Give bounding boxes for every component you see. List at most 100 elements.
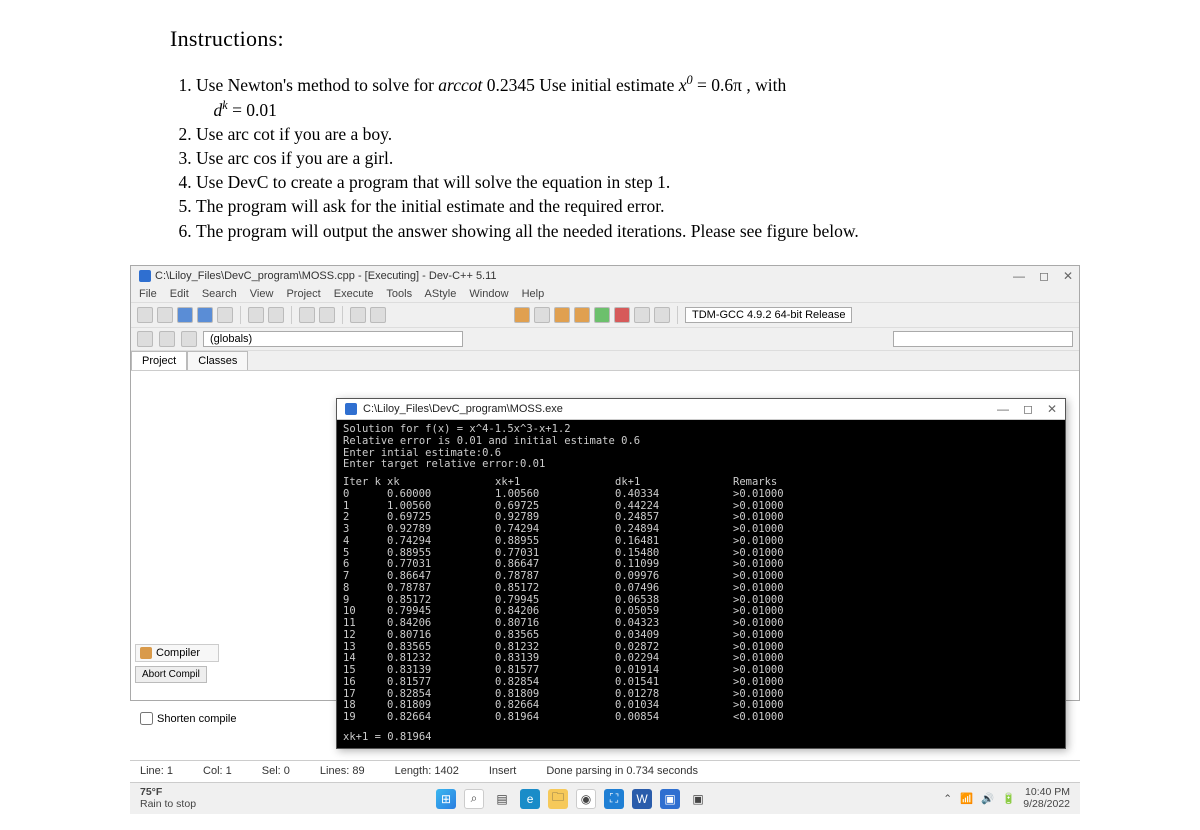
wifi-icon[interactable]: 📶: [960, 792, 973, 805]
console-minimize-icon[interactable]: —: [997, 402, 1009, 416]
undo-icon[interactable]: [248, 307, 264, 323]
table-row: 70.866470.787870.09976>0.01000: [343, 571, 1059, 583]
bookmark-icon[interactable]: [370, 307, 386, 323]
word-icon[interactable]: W: [632, 789, 652, 809]
taskbar-weather[interactable]: 75°F Rain to stop: [130, 787, 206, 809]
compiler-tab[interactable]: Compiler: [135, 644, 219, 662]
menu-astyle[interactable]: AStyle: [425, 288, 457, 300]
shorten-compile-checkbox[interactable]: Shorten compile: [140, 712, 237, 725]
table-row: 30.927890.742940.24894>0.01000: [343, 524, 1059, 536]
console-close-icon[interactable]: ✕: [1047, 402, 1057, 416]
table-cell: 0.24894: [615, 524, 733, 536]
status-insert: Insert: [489, 765, 517, 777]
table-cell: >0.01000: [733, 665, 833, 677]
redo-icon[interactable]: [268, 307, 284, 323]
table-header: Iter kxkxk+1dk+1Remarks: [343, 477, 1059, 489]
run-icon[interactable]: [534, 307, 550, 323]
minimize-icon[interactable]: —: [1013, 269, 1025, 283]
menu-search[interactable]: Search: [202, 288, 237, 300]
tab-project[interactable]: Project: [131, 351, 187, 370]
menu-window[interactable]: Window: [469, 288, 508, 300]
table-cell: 0.16481: [615, 536, 733, 548]
taskview-icon[interactable]: ▤: [492, 789, 512, 809]
app-icon[interactable]: ▣: [688, 789, 708, 809]
table-cell: xk: [387, 477, 495, 489]
table-cell: 0.82664: [387, 712, 495, 724]
taskbar-time: 10:40 PM: [1025, 787, 1070, 798]
table-cell: >0.01000: [733, 489, 833, 501]
profile-icon[interactable]: [654, 307, 670, 323]
chevron-up-icon[interactable]: ⌃: [943, 793, 952, 805]
instructions-block: Instructions: Use Newton's method to sol…: [0, 0, 1200, 253]
start-icon[interactable]: ⊞: [436, 789, 456, 809]
abort-compile-button[interactable]: Abort Compil: [135, 666, 207, 683]
rebuild-icon[interactable]: [574, 307, 590, 323]
table-cell: 0.09976: [615, 571, 733, 583]
search-icon[interactable]: ⌕: [464, 789, 484, 809]
table-cell: 0.81577: [387, 677, 495, 689]
devcpp-icon: [139, 270, 151, 282]
devcpp-menubar: File Edit Search View Project Execute To…: [131, 286, 1079, 302]
edge-icon[interactable]: e: [520, 789, 540, 809]
table-row: 120.807160.835650.03409>0.01000: [343, 630, 1059, 642]
nav-back-icon[interactable]: [137, 331, 153, 347]
globals-combo[interactable]: (globals): [203, 331, 463, 347]
shorten-checkbox[interactable]: [140, 712, 153, 725]
console-window: C:\Liloy_Files\DevC_program\MOSS.exe — ◻…: [336, 398, 1066, 749]
new-icon[interactable]: [137, 307, 153, 323]
status-length: Length: 1402: [395, 765, 459, 777]
table-cell: 0.88955: [495, 536, 615, 548]
volume-icon[interactable]: 🔊: [981, 792, 994, 805]
compile-icon[interactable]: [514, 307, 530, 323]
devcpp-bottom-panel: Compiler Abort Compil: [135, 388, 219, 683]
stop-icon[interactable]: [614, 307, 630, 323]
goto-icon[interactable]: [350, 307, 366, 323]
table-row: 150.831390.815770.01914>0.01000: [343, 665, 1059, 677]
devcpp-statusbar: Line: 1 Col: 1 Sel: 0 Lines: 89 Length: …: [130, 760, 1080, 781]
find-icon[interactable]: [299, 307, 315, 323]
status-line: Line: 1: [140, 765, 173, 777]
explorer-icon[interactable]: 🗀: [548, 789, 568, 809]
devcpp-title-text: C:\Liloy_Files\DevC_program\MOSS.cpp - […: [155, 270, 497, 282]
menu-execute[interactable]: Execute: [334, 288, 374, 300]
table-cell: 7: [343, 571, 387, 583]
saveall-icon[interactable]: [197, 307, 213, 323]
taskbar-clock[interactable]: 10:40 PM 9/28/2022: [1023, 787, 1070, 809]
debug-icon[interactable]: [634, 307, 650, 323]
menu-tools[interactable]: Tools: [386, 288, 412, 300]
devcpp-taskbar-icon[interactable]: ▣: [660, 789, 680, 809]
chrome-icon[interactable]: ◉: [576, 789, 596, 809]
menu-file[interactable]: File: [139, 288, 157, 300]
console-maximize-icon[interactable]: ◻: [1023, 402, 1033, 416]
nav-fwd-icon[interactable]: [159, 331, 175, 347]
table-cell: 11: [343, 618, 387, 630]
menu-project[interactable]: Project: [286, 288, 320, 300]
class-combo[interactable]: [893, 331, 1073, 347]
tab-classes[interactable]: Classes: [187, 351, 248, 370]
table-cell: 0.74294: [387, 536, 495, 548]
menu-edit[interactable]: Edit: [170, 288, 189, 300]
print-icon[interactable]: [217, 307, 233, 323]
console-result: xk+1 = 0.81964: [343, 732, 1059, 744]
close-icon[interactable]: ✕: [1063, 269, 1073, 283]
table-cell: 6: [343, 559, 387, 571]
status-col: Col: 1: [203, 765, 232, 777]
compile-run-icon[interactable]: [554, 307, 570, 323]
store-icon[interactable]: ⛶: [604, 789, 624, 809]
save-icon[interactable]: [177, 307, 193, 323]
console-line: Enter target relative error:0.01: [343, 459, 1059, 471]
compiler-select[interactable]: TDM-GCC 4.9.2 64-bit Release: [685, 307, 852, 323]
maximize-icon[interactable]: ◻: [1039, 269, 1049, 283]
table-cell: 0.03409: [615, 630, 733, 642]
replace-icon[interactable]: [319, 307, 335, 323]
battery-icon[interactable]: 🔋: [1002, 792, 1015, 805]
open-icon[interactable]: [157, 307, 173, 323]
table-cell: 16: [343, 677, 387, 689]
check-icon[interactable]: [594, 307, 610, 323]
menu-help[interactable]: Help: [522, 288, 545, 300]
devcpp-titlebar[interactable]: C:\Liloy_Files\DevC_program\MOSS.cpp - […: [131, 266, 1079, 286]
nav-bookmark-icon[interactable]: [181, 331, 197, 347]
menu-view[interactable]: View: [250, 288, 274, 300]
console-titlebar[interactable]: C:\Liloy_Files\DevC_program\MOSS.exe — ◻…: [337, 399, 1065, 420]
instruction-4: Use DevC to create a program that will s…: [196, 170, 1030, 194]
